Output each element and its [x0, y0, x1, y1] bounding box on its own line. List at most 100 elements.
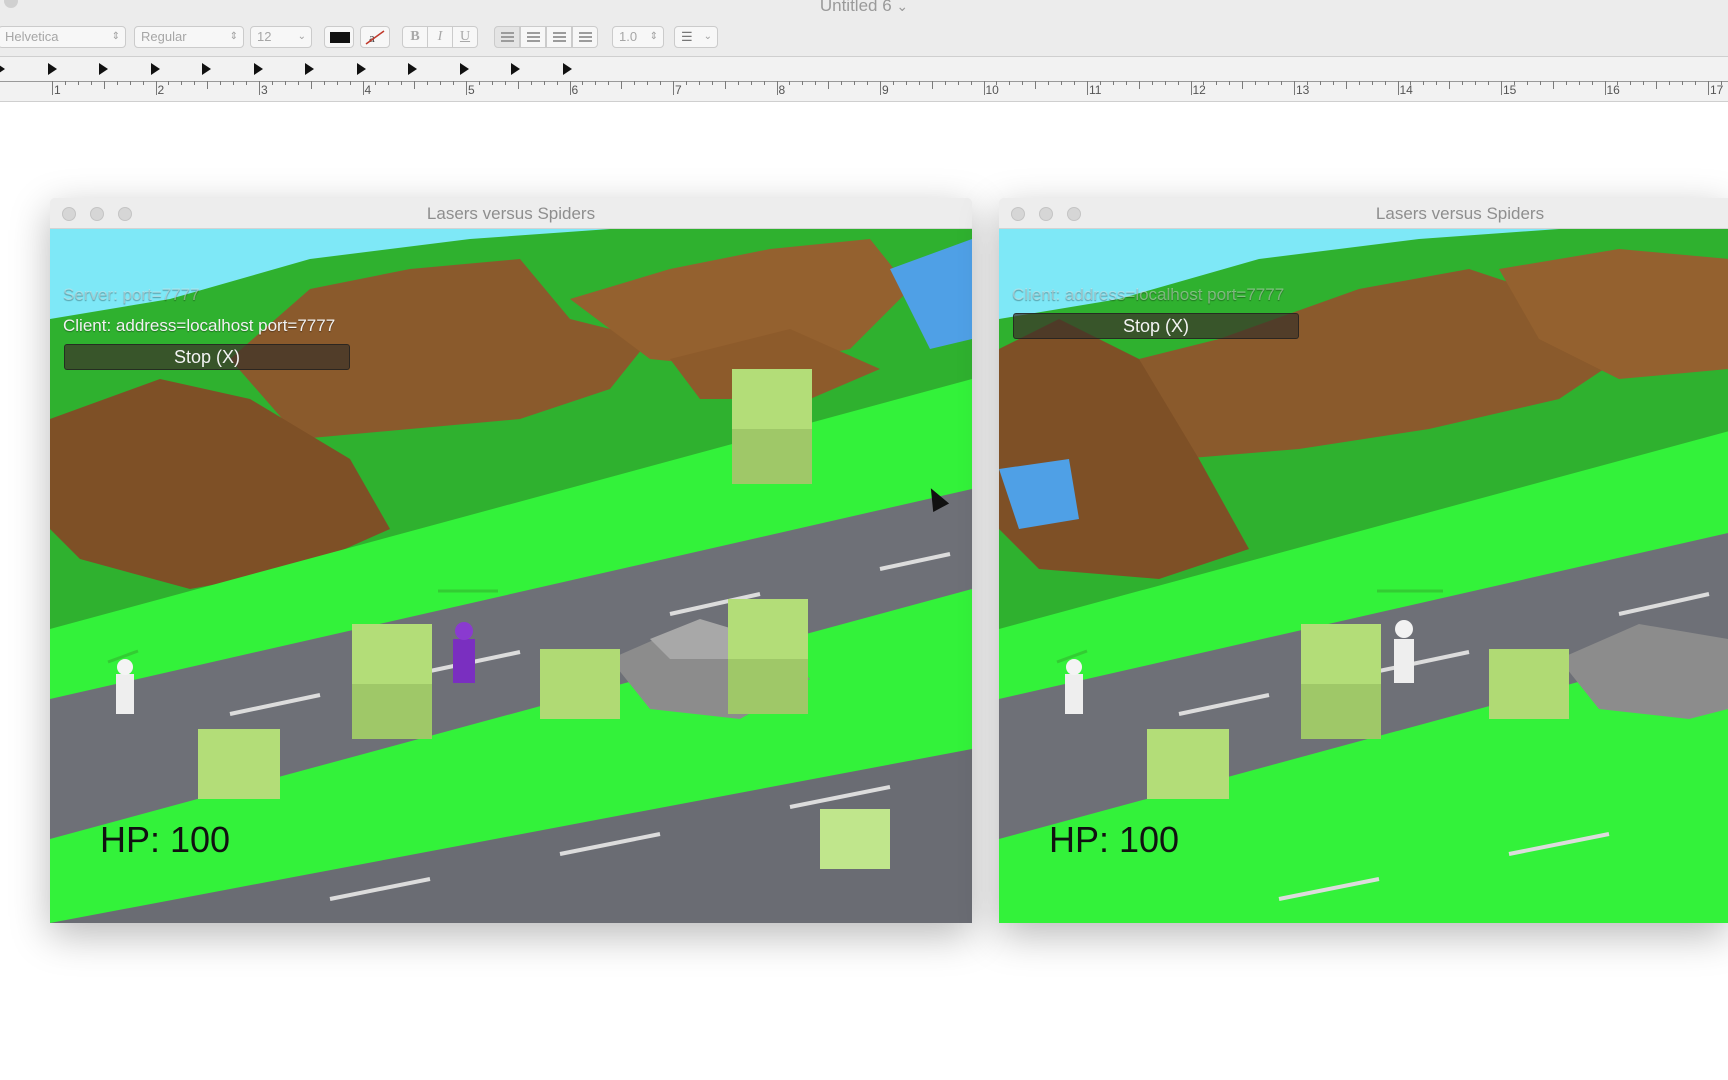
line-spacing-value: 1.0: [619, 29, 638, 44]
ruler-minor-tick: [271, 81, 273, 85]
ruler-minor-tick: [453, 81, 455, 85]
ruler-minor-tick: [414, 81, 416, 89]
tab-stop-icon[interactable]: [305, 63, 314, 75]
ruler-minor-tick: [1695, 81, 1697, 85]
ruler-minor-tick: [1203, 81, 1205, 85]
italic-button[interactable]: I: [427, 26, 453, 48]
ruler-minor-tick: [556, 81, 558, 85]
title-bar: Untitled 6 ⌄: [0, 0, 1728, 15]
tab-stop-icon[interactable]: [0, 63, 5, 75]
ruler-major-tick: [1604, 81, 1606, 95]
server-status-text: Server: port=7777: [63, 285, 200, 304]
tab-stop-icon[interactable]: [47, 63, 57, 75]
ruler-number: 1: [54, 83, 61, 97]
ruler-number: 13: [1296, 83, 1310, 97]
tab-stop-icon[interactable]: [562, 63, 572, 75]
ruler-minor-tick: [1475, 81, 1477, 85]
underline-button[interactable]: U: [452, 26, 478, 48]
window-title-bar[interactable]: Lasers versus Spiders: [999, 198, 1728, 229]
ruler-minor-tick: [129, 81, 131, 85]
ruler[interactable]: 1 2 3 4 5 6 7 8 9 10 11 12 13 14 15 16 17: [0, 57, 1728, 102]
ruler-minor-tick: [711, 81, 713, 85]
align-center-button[interactable]: [520, 26, 546, 48]
ruler-number: 3: [261, 83, 268, 97]
tab-stop-icon[interactable]: [99, 63, 108, 75]
tab-stop-icon[interactable]: [511, 63, 520, 75]
client-status-text: Client: address=localhost port=7777: [1012, 285, 1285, 304]
ruler-minor-tick: [737, 81, 739, 85]
tab-stop-icon[interactable]: [202, 63, 211, 75]
ruler-minor-tick: [220, 81, 222, 85]
font-style-value: Regular: [141, 29, 187, 44]
line-spacing-select[interactable]: 1.0 ⇕: [612, 26, 664, 48]
ruler-minor-tick: [1720, 81, 1722, 85]
ruler-minor-tick: [1281, 81, 1283, 85]
ruler-minor-tick: [194, 81, 196, 85]
ruler-minor-tick: [233, 81, 235, 85]
ruler-minor-tick: [1177, 81, 1179, 85]
ruler-minor-tick: [1630, 81, 1632, 85]
ruler-minor-tick: [724, 81, 726, 89]
ruler-minor-tick: [1306, 81, 1308, 85]
ruler-minor-tick: [349, 81, 351, 85]
ruler-number: 11: [1089, 83, 1102, 97]
justify-icon: [579, 32, 592, 42]
align-right-button[interactable]: [546, 26, 572, 48]
tab-stop-icon[interactable]: [459, 63, 469, 75]
ruler-minor-tick: [1371, 81, 1373, 85]
tab-stop-icon[interactable]: [150, 63, 160, 75]
ruler-minor-tick: [621, 81, 623, 89]
ruler-major-tick: [259, 81, 260, 95]
ruler-major-tick: [983, 81, 985, 95]
ruler-minor-tick: [841, 81, 843, 85]
game-viewport[interactable]: Server: port=7777 Client: address=localh…: [50, 229, 972, 923]
ruler-minor-tick: [685, 81, 687, 85]
ruler-number: 8: [778, 83, 786, 97]
ruler-major-tick: [52, 81, 53, 95]
ruler-minor-tick: [698, 81, 700, 85]
tab-stop-icon[interactable]: [408, 63, 417, 75]
ruler-major-tick: [1087, 81, 1088, 95]
highlighter-icon: a: [365, 30, 385, 45]
ruler-minor-tick: [530, 81, 532, 85]
stepper-icon: ⇕: [649, 31, 658, 42]
ruler-minor-tick: [647, 81, 649, 85]
ruler-major-tick: [1501, 81, 1502, 95]
ruler-major-tick: [569, 81, 571, 95]
window-title: Lasers versus Spiders: [426, 204, 596, 223]
justify-button[interactable]: [572, 26, 598, 48]
align-left-button[interactable]: [494, 26, 520, 48]
ruler-minor-tick: [854, 81, 856, 85]
ruler-minor-tick: [918, 81, 920, 85]
font-family-select[interactable]: Helvetica ⇕: [0, 26, 126, 48]
ruler-minor-tick: [763, 81, 765, 85]
ruler-number: 2: [157, 83, 165, 97]
stepper-icon: ⇕: [229, 31, 238, 42]
ruler-minor-tick: [375, 81, 377, 85]
tab-stop-icon[interactable]: [253, 63, 263, 75]
ruler-number: 4: [364, 83, 372, 97]
window-title-bar[interactable]: Lasers versus Spiders: [50, 198, 972, 229]
ruler-minor-tick: [1643, 81, 1645, 85]
chevron-down-icon: ⌄: [896, 0, 909, 14]
highlight-color-well[interactable]: a: [360, 26, 390, 48]
ruler-minor-tick: [1332, 81, 1334, 85]
ruler-minor-tick: [142, 81, 144, 85]
list-style-select[interactable]: ☰ ⌄: [674, 26, 718, 48]
bold-button[interactable]: B: [402, 26, 428, 48]
stop-button[interactable]: Stop (X): [64, 344, 350, 370]
game-window-server[interactable]: Lasers versus Spiders Server: port=7777 …: [50, 198, 972, 923]
ruler-minor-tick: [1578, 81, 1580, 85]
game-window-client[interactable]: Lasers versus Spiders Client: address=lo…: [999, 198, 1728, 923]
font-style-select[interactable]: Regular ⇕: [134, 26, 244, 48]
game-viewport[interactable]: Client: address=localhost port=7777 Stop…: [999, 229, 1728, 923]
tab-stop-icon[interactable]: [356, 63, 366, 75]
ruler-number: 15: [1503, 83, 1517, 97]
ruler-minor-tick: [64, 81, 66, 85]
text-color-well[interactable]: [324, 26, 354, 48]
ruler-number: 14: [1399, 83, 1413, 97]
stop-button[interactable]: Stop (X): [1013, 313, 1299, 339]
font-size-combo[interactable]: 12 ⌄: [250, 26, 312, 48]
ruler-major-tick: [673, 81, 674, 95]
ruler-minor-tick: [1112, 81, 1114, 85]
